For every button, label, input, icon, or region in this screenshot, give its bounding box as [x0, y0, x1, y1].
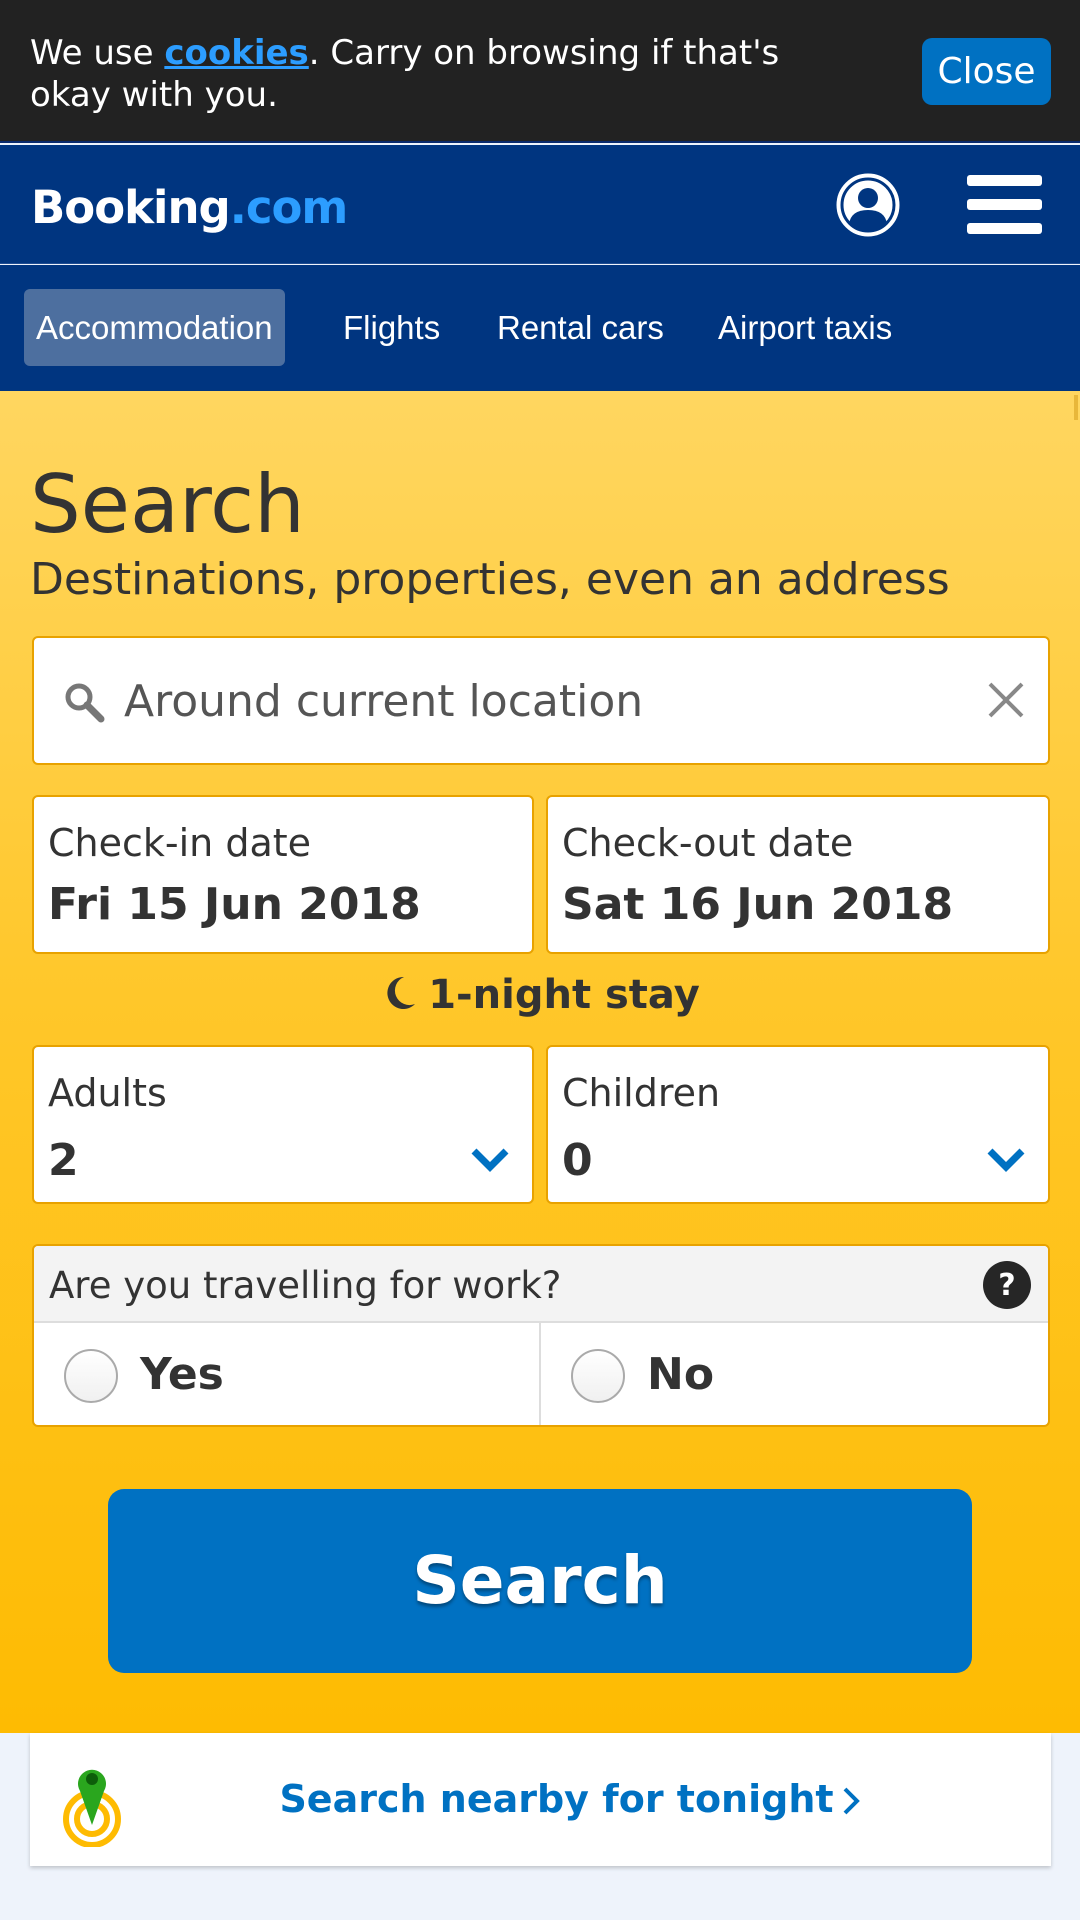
- checkin-date-field[interactable]: Check-in date Fri 15 Jun 2018: [32, 795, 534, 954]
- tab-airport-taxis[interactable]: Airport taxis: [718, 289, 892, 366]
- stay-length: 1-night stay: [0, 972, 1080, 1018]
- site-header: Booking.com: [0, 145, 1080, 264]
- search-nearby-banner: Search nearby for tonight: [30, 1733, 1051, 1866]
- tab-flights[interactable]: Flights: [343, 289, 440, 366]
- cookie-close-button[interactable]: Close: [922, 38, 1051, 105]
- moon-icon: [387, 976, 416, 1009]
- checkout-value: Sat 16 Jun 2018: [562, 879, 954, 930]
- children-value: 0: [562, 1135, 593, 1186]
- tab-rental-cars[interactable]: Rental cars: [497, 289, 664, 366]
- no-label: No: [647, 1349, 715, 1400]
- product-tabs: Accommodation Flights Rental cars Airpor…: [0, 265, 1080, 391]
- clear-icon[interactable]: [984, 678, 1028, 722]
- cookie-message: We use cookies. Carry on browsing if tha…: [30, 32, 870, 116]
- work-travel-group: Are you travelling for work? ? Yes No: [32, 1244, 1050, 1427]
- adults-value: 2: [48, 1135, 79, 1186]
- chevron-down-icon: [987, 1148, 1025, 1172]
- checkin-value: Fri 15 Jun 2018: [48, 879, 421, 930]
- checkout-label: Check-out date: [562, 821, 854, 865]
- chevron-down-icon: [471, 1148, 509, 1172]
- adults-select[interactable]: Adults 2: [32, 1045, 534, 1204]
- search-nearby-link[interactable]: Search nearby for tonight: [30, 1777, 1051, 1821]
- destination-input[interactable]: [124, 668, 944, 734]
- search-nearby-text: Search nearby for tonight: [279, 1777, 834, 1821]
- checkout-date-field[interactable]: Check-out date Sat 16 Jun 2018: [546, 795, 1050, 954]
- tab-accommodation[interactable]: Accommodation: [24, 289, 285, 366]
- booking-logo[interactable]: Booking.com: [31, 181, 349, 234]
- user-circle-icon[interactable]: [835, 172, 901, 238]
- chevron-right-icon: [843, 1787, 860, 1815]
- cookie-banner: We use cookies. Carry on browsing if tha…: [0, 0, 1080, 143]
- page-subtitle: Destinations, properties, even an addres…: [30, 554, 950, 605]
- help-icon[interactable]: ?: [983, 1261, 1031, 1309]
- destination-field[interactable]: [32, 636, 1050, 765]
- logo-main-text: Booking: [31, 181, 231, 234]
- svg-text:?: ?: [998, 1268, 1015, 1303]
- adults-label: Adults: [48, 1071, 167, 1115]
- yes-label: Yes: [140, 1349, 224, 1400]
- work-travel-question: Are you travelling for work?: [49, 1264, 562, 1307]
- children-label: Children: [562, 1071, 721, 1115]
- hamburger-menu-icon[interactable]: [967, 175, 1042, 235]
- cookie-text-before: We use: [30, 33, 165, 73]
- children-select[interactable]: Children 0: [546, 1045, 1050, 1204]
- scrollbar[interactable]: [1074, 395, 1078, 420]
- yes-radio[interactable]: [64, 1349, 118, 1403]
- logo-suffix-text: .com: [229, 181, 349, 234]
- work-travel-header: Are you travelling for work? ?: [34, 1246, 1048, 1323]
- work-yes-option[interactable]: Yes: [34, 1323, 539, 1425]
- work-no-option[interactable]: No: [541, 1323, 1048, 1425]
- checkin-label: Check-in date: [48, 821, 312, 865]
- page-title: Search: [30, 458, 305, 551]
- search-icon: [65, 683, 105, 723]
- cookies-link[interactable]: cookies: [164, 33, 308, 73]
- no-radio[interactable]: [571, 1349, 625, 1403]
- stay-length-text: 1-night stay: [428, 972, 700, 1018]
- search-button[interactable]: Search: [108, 1489, 972, 1673]
